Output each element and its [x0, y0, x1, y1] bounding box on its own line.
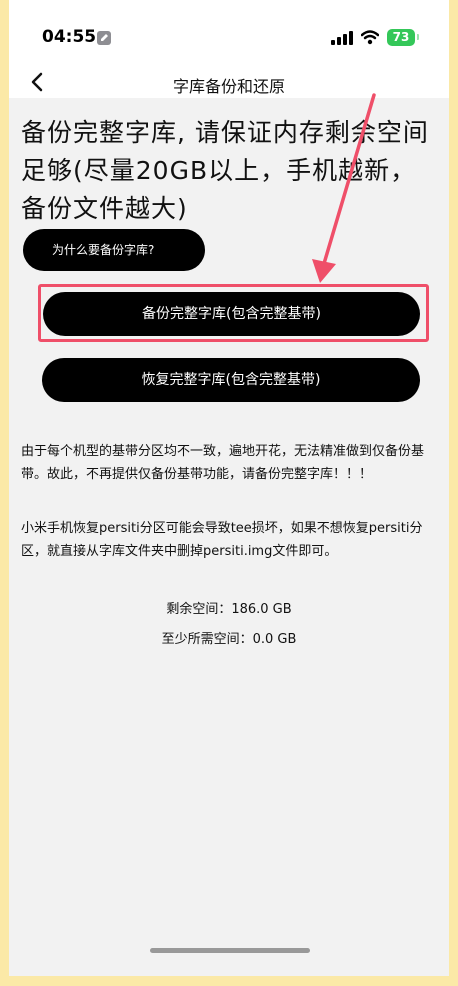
persist-partition-note: 小米手机恢复persiti分区可能会导致tee损坏，如果不想恢复persiti分…	[21, 521, 423, 559]
baseband-note: 由于每个机型的基带分区均不一致，遍地开花，无法精准做到仅备份基带。故此，不再提供…	[21, 444, 425, 482]
why-backup-button[interactable]: 为什么要备份字库?	[23, 229, 205, 271]
app-screen: 04:55 73 字库备份和还原 备份完整字库, 请保证内存剩余空间足够(尽量2…	[9, 0, 449, 976]
wifi-icon	[361, 30, 379, 45]
status-time: 04:55	[42, 27, 97, 47]
restore-full-font-library-button[interactable]: 恢复完整字库(包含完整基带)	[42, 358, 420, 402]
required-space: 至少所需空间：0.0 GB	[161, 632, 297, 647]
developer-wrench-icon	[97, 31, 111, 45]
backup-warning-headline: 备份完整字库, 请保证内存剩余空间足够(尽量20GB以上，手机越新，备份文件越大…	[21, 118, 429, 223]
cellular-signal-icon	[331, 31, 353, 45]
home-indicator[interactable]	[150, 948, 310, 953]
battery-tip	[417, 34, 419, 40]
battery-indicator: 73	[387, 29, 415, 46]
page-title: 字库备份和还原	[172, 77, 285, 96]
navigation-bar: 字库备份和还原	[9, 60, 449, 104]
backup-full-font-library-button[interactable]: 备份完整字库(包含完整基带)	[43, 292, 420, 336]
remaining-space: 剩余空间：186.0 GB	[166, 602, 292, 617]
